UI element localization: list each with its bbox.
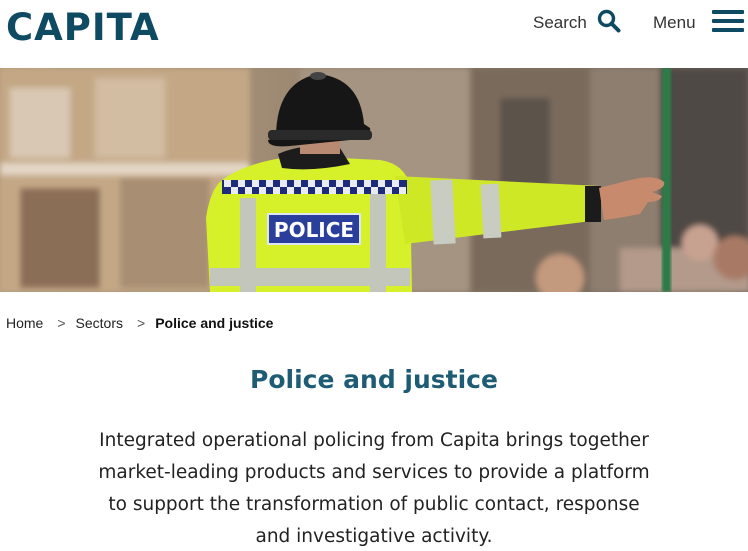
breadcrumb-current: Police and justice [155,315,274,331]
search-button[interactable]: Search [533,8,621,38]
intro-paragraph: Integrated operational policing from Cap… [98,430,650,547]
breadcrumb-home[interactable]: Home [6,315,43,331]
hamburger-icon [711,9,744,38]
menu-button[interactable]: Menu [653,8,744,38]
capita-logo[interactable]: CAPITA [6,6,160,49]
search-label: Search [533,13,587,32]
search-icon [597,9,621,38]
page-title: Police and justice [250,365,498,394]
police-badge-text: POLICE [274,218,354,242]
breadcrumb-separator: > [57,315,66,331]
breadcrumb-separator: > [137,315,146,331]
breadcrumb-sectors[interactable]: Sectors [76,315,123,331]
breadcrumb: Home > Sectors > Police and justice [6,315,273,331]
menu-label: Menu [653,13,696,32]
hero-image: POLICE [0,68,748,292]
site-header: CAPITA Search Menu [0,0,748,68]
